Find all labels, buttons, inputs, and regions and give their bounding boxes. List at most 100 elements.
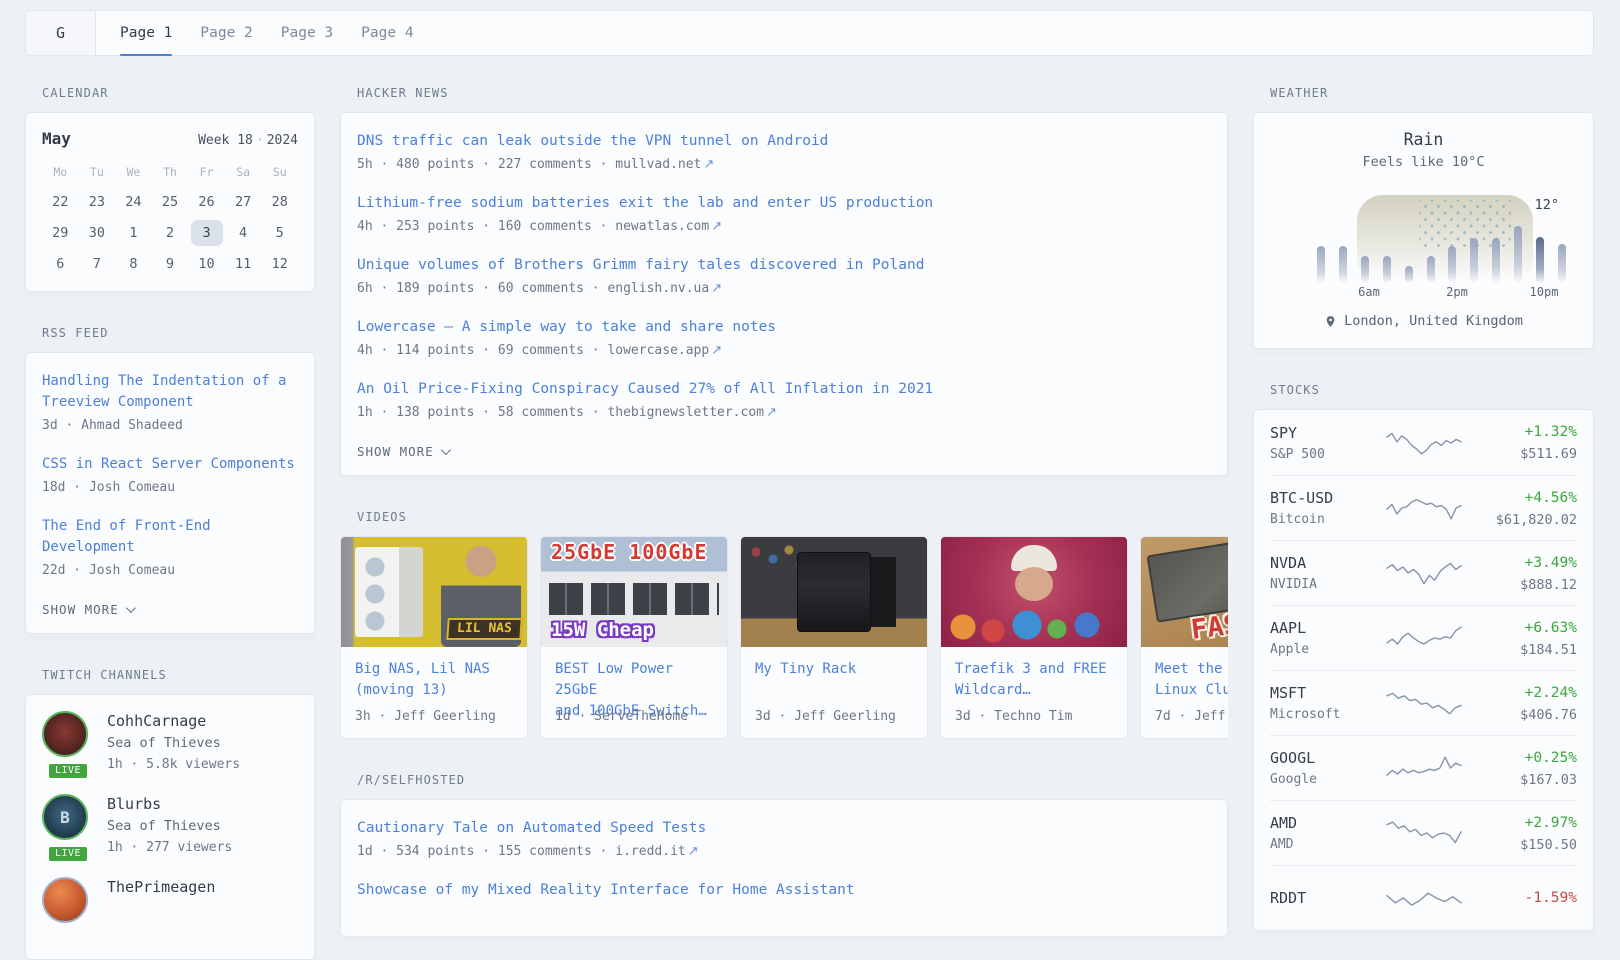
external-link-icon[interactable]: ↗ bbox=[711, 219, 722, 234]
external-link-icon[interactable]: ↗ bbox=[766, 405, 777, 420]
hn-meta-text: 6h · 189 points · 60 comments · english.… bbox=[357, 281, 709, 296]
video-title[interactable]: My Tiny Rack bbox=[755, 659, 913, 701]
hn-item-meta: 1h · 138 points · 58 comments · thebigne… bbox=[357, 405, 1211, 420]
thumbnail-overlay-text: 15W Cheap bbox=[551, 619, 654, 641]
hn-item-meta: 4h · 253 points · 160 comments · newatla… bbox=[357, 219, 1211, 234]
stock-row[interactable]: BTC-USD Bitcoin +4.56% $61,820.02 bbox=[1270, 475, 1577, 540]
video-title[interactable]: Big NAS, Lil NAS(moving 13) bbox=[355, 659, 513, 701]
external-link-icon[interactable]: ↗ bbox=[711, 281, 722, 296]
video-thumbnail[interactable]: 25GbE 100GbE 15W Cheap bbox=[541, 537, 727, 647]
stock-row[interactable]: MSFT Microsoft +2.24% $406.76 bbox=[1270, 670, 1577, 735]
weekday-label: Sa bbox=[236, 165, 250, 179]
video-title[interactable]: Traefik 3 and FREEWildcard… bbox=[955, 659, 1113, 701]
stock-row[interactable]: AAPL Apple +6.63% $184.51 bbox=[1270, 605, 1577, 670]
current-temp: 12° bbox=[1535, 197, 1559, 213]
stock-ticker: AAPL bbox=[1270, 619, 1385, 638]
twitch-channel-row[interactable]: B LIVE Blurbs Sea of Thieves 1h · 277 vi… bbox=[42, 794, 298, 857]
calendar-day: 7 bbox=[81, 251, 113, 277]
stock-row[interactable]: NVDA NVIDIA +3.49% $888.12 bbox=[1270, 540, 1577, 605]
weather-location-text: London, United Kingdom bbox=[1344, 313, 1523, 329]
external-link-icon[interactable]: ↗ bbox=[711, 343, 722, 358]
rss-item: CSS in React Server Components 18d · Jos… bbox=[42, 454, 298, 495]
calendar-days-grid: 22 23 24 25 26 27 28 29 30 1 2 3 4 5 6 7… bbox=[42, 189, 298, 277]
stock-price: $888.12 bbox=[1463, 577, 1578, 593]
stock-row[interactable]: AMD AMD +2.97% $150.50 bbox=[1270, 800, 1577, 865]
stock-price: $184.51 bbox=[1463, 642, 1578, 658]
video-title[interactable]: Meet theLinux Clu bbox=[1155, 659, 1228, 701]
reddit-item-title[interactable]: Showcase of my Mixed Reality Interface f… bbox=[357, 880, 1211, 901]
hn-item-title[interactable]: Unique volumes of Brothers Grimm fairy t… bbox=[357, 255, 1211, 276]
time-label: 2pm bbox=[1446, 285, 1468, 299]
hn-item-title[interactable]: An Oil Price-Fixing Conspiracy Caused 27… bbox=[357, 379, 1211, 400]
video-title-line2: Linux Clu bbox=[1155, 682, 1228, 698]
calendar-day: 30 bbox=[81, 220, 113, 246]
rss-item-title[interactable]: The End of Front-End Development bbox=[42, 516, 298, 558]
circuit-board-graphic bbox=[1146, 537, 1228, 623]
external-link-icon[interactable]: ↗ bbox=[688, 844, 699, 859]
reddit-item: Cautionary Tale on Automated Speed Tests… bbox=[357, 818, 1211, 859]
video-meta: 7d · Jeff bbox=[1155, 709, 1228, 724]
calendar-day: 26 bbox=[191, 189, 223, 215]
hn-show-more-button[interactable]: SHOW MORE bbox=[357, 442, 448, 461]
stock-ticker: MSFT bbox=[1270, 684, 1385, 703]
rss-show-more-button[interactable]: SHOW MORE bbox=[42, 600, 133, 619]
video-card: LIL NAS Big NAS, Lil NAS(moving 13) 3h ·… bbox=[340, 536, 528, 739]
twitch-channel-game: Sea of Thieves bbox=[107, 733, 240, 753]
hn-item-title[interactable]: Lowercase – A simple way to take and sha… bbox=[357, 317, 1211, 338]
video-meta: 3d · Techno Tim bbox=[955, 709, 1113, 724]
hn-meta-text: 4h · 253 points · 160 comments · newatla… bbox=[357, 219, 709, 234]
calendar-today: 3 bbox=[191, 220, 223, 246]
thumbnail-overlay-text: 25GbE 100GbE bbox=[551, 540, 708, 564]
video-thumbnail[interactable] bbox=[741, 537, 927, 647]
video-thumbnail[interactable]: LIL NAS bbox=[341, 537, 527, 647]
video-meta: 3h · Jeff Geerling bbox=[355, 709, 513, 724]
tab-page-4[interactable]: Page 4 bbox=[361, 11, 413, 55]
dot-separator: · bbox=[256, 133, 264, 148]
hn-item-title[interactable]: DNS traffic can leak outside the VPN tun… bbox=[357, 131, 1211, 152]
calendar-day: 11 bbox=[227, 251, 259, 277]
reddit-item-title[interactable]: Cautionary Tale on Automated Speed Tests bbox=[357, 818, 1211, 839]
stock-row[interactable]: SPY S&P 500 +1.32% $511.69 bbox=[1270, 410, 1577, 475]
reddit-item-meta: 1d · 534 points · 155 comments · i.redd.… bbox=[357, 844, 1211, 859]
time-label: 6am bbox=[1358, 285, 1380, 299]
twitch-channel-row[interactable]: ThePrimeagen bbox=[42, 877, 298, 923]
server-rack-graphic bbox=[798, 553, 870, 631]
weekday-label: Th bbox=[163, 165, 177, 179]
stock-price: $406.76 bbox=[1463, 707, 1578, 723]
twitch-channel-row[interactable]: LIVE CohhCarnage Sea of Thieves 1h · 5.8… bbox=[42, 711, 298, 774]
rss-item-meta: 3d · Ahmad Shadeed bbox=[42, 418, 298, 433]
weather-bar bbox=[1405, 266, 1413, 283]
stock-ticker: RDDT bbox=[1270, 889, 1385, 908]
hn-item-title[interactable]: Lithium-free sodium batteries exit the l… bbox=[357, 193, 1211, 214]
weekday-label: Fr bbox=[200, 165, 214, 179]
video-thumbnail[interactable] bbox=[941, 537, 1127, 647]
twitch-channel-meta: 1h · 5.8k viewers bbox=[107, 755, 240, 774]
weather-widget: Rain Feels like 10°C 12° 6am 2pm 10pm Lo… bbox=[1253, 112, 1594, 349]
weather-section-title: WEATHER bbox=[1270, 86, 1594, 100]
stock-row[interactable]: GOOGL Google +0.25% $167.03 bbox=[1270, 735, 1577, 800]
tab-page-2[interactable]: Page 2 bbox=[200, 11, 252, 55]
hn-item: DNS traffic can leak outside the VPN tun… bbox=[357, 131, 1211, 172]
video-card: FAS Meet theLinux Clu 7d · Jeff bbox=[1140, 536, 1228, 739]
app-logo[interactable]: G bbox=[26, 11, 96, 55]
rss-item-title[interactable]: CSS in React Server Components bbox=[42, 454, 298, 475]
stock-sparkline bbox=[1385, 753, 1463, 783]
stock-row[interactable]: RDDT -1.59% bbox=[1270, 865, 1577, 930]
rss-item-title[interactable]: Handling The Indentation of a Treeview C… bbox=[42, 371, 298, 413]
stock-ticker: AMD bbox=[1270, 814, 1385, 833]
tab-page-1[interactable]: Page 1 bbox=[120, 11, 172, 55]
chevron-down-icon bbox=[441, 445, 451, 455]
twitch-channel-meta: 1h · 277 viewers bbox=[107, 838, 232, 857]
stock-change: -1.59% bbox=[1463, 889, 1578, 908]
weather-bar bbox=[1317, 246, 1325, 283]
video-meta: 3d · Jeff Geerling bbox=[755, 709, 913, 724]
stock-sparkline bbox=[1385, 688, 1463, 718]
reddit-section-title: /R/SELFHOSTED bbox=[357, 773, 1228, 787]
tab-page-3[interactable]: Page 3 bbox=[281, 11, 333, 55]
video-title[interactable]: BEST Low Power 25GbEand 100GbE Switch… bbox=[555, 659, 713, 701]
video-thumbnail[interactable]: FAS bbox=[1141, 537, 1228, 647]
stock-sparkline bbox=[1385, 493, 1463, 523]
external-link-icon[interactable]: ↗ bbox=[703, 157, 714, 172]
avatar bbox=[42, 877, 88, 923]
weather-bar bbox=[1339, 246, 1347, 283]
